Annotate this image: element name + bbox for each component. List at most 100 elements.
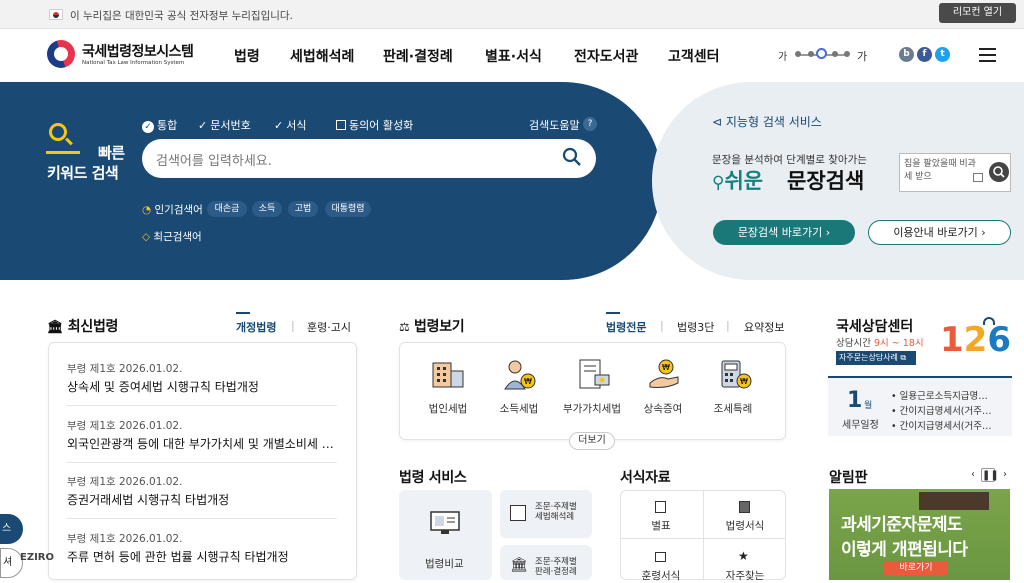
- law-item-title[interactable]: 주류 면허 등에 관한 법률 시행규칙 타법개정: [67, 548, 347, 565]
- font-step[interactable]: [808, 51, 814, 57]
- ai-search-heading-text: 지능형 검색 서비스: [725, 115, 822, 129]
- svg-text:₩: ₩: [662, 363, 670, 372]
- option-synonym-label: 동의어 활성화: [349, 119, 414, 132]
- usage-guide-label: 이용안내 바로가기: [893, 226, 978, 239]
- prev-icon[interactable]: ‹: [966, 468, 980, 482]
- logo-title[interactable]: 국세법령정보시스템: [82, 41, 194, 61]
- remote-open-button[interactable]: 리모컨 열기: [939, 3, 1016, 23]
- tab-directives[interactable]: 훈령·고시: [307, 319, 351, 335]
- recent-label-text: 최근검색어: [153, 231, 202, 243]
- blog-icon[interactable]: b: [899, 47, 914, 62]
- pause-icon[interactable]: ❚❚: [981, 468, 999, 482]
- font-size-knob[interactable]: [816, 48, 827, 59]
- font-step[interactable]: [832, 51, 838, 57]
- ai-demo-text: 집을 팔았을때 비과세 받으: [904, 159, 976, 182]
- sentence-search-label: 문장검색 바로가기: [737, 226, 823, 239]
- schedule-item[interactable]: • 간이지급명세서(거주…: [891, 418, 1006, 432]
- banner-go-button[interactable]: 바로가기: [884, 561, 948, 575]
- popular-tag[interactable]: 대손금: [207, 201, 247, 217]
- schedule-item-text: 간이지급명세서(거주…: [899, 406, 992, 417]
- option-docnum[interactable]: ✓ 문서번호: [198, 117, 251, 133]
- vat-icon[interactable]: [575, 357, 613, 391]
- schedule-label: 세무일정: [842, 420, 879, 431]
- form-cell-law-forms[interactable]: 법령서식: [704, 518, 786, 533]
- svg-text:₩: ₩: [740, 377, 748, 386]
- more-button[interactable]: 더보기: [569, 432, 615, 450]
- ai-search-heading: ⊲ 지능형 검색 서비스: [712, 113, 822, 130]
- option-forms[interactable]: ✓ 서식: [274, 117, 306, 133]
- tab-law-full[interactable]: 법령전문: [606, 312, 646, 335]
- popular-tag[interactable]: 소득: [252, 201, 282, 217]
- consult-hours: 상담시간 9시 ~ 18시: [836, 335, 924, 349]
- hamburger-menu-icon[interactable]: [979, 48, 996, 62]
- schedule-month-unit: 월: [864, 401, 873, 411]
- keyboard-icon[interactable]: [973, 173, 983, 182]
- nav-interpretations[interactable]: 세법해석례: [290, 46, 354, 66]
- law-view-title: ⚖ 법령보기: [399, 316, 465, 336]
- nav-laws[interactable]: 법령: [234, 46, 260, 66]
- law-service-title: 법령 서비스: [399, 470, 467, 486]
- inheritance-tax-icon[interactable]: ₩: [646, 357, 684, 391]
- search-placeholder: 검색어를 입력하세요.: [156, 154, 272, 169]
- popular-tag[interactable]: 대통령령: [325, 201, 371, 217]
- check-icon: ✓: [274, 119, 284, 132]
- facebook-icon[interactable]: f: [917, 47, 932, 62]
- svg-text:₩: ₩: [524, 377, 532, 386]
- font-step[interactable]: [795, 51, 801, 57]
- keyword-search-icon: [49, 123, 67, 141]
- faq-link[interactable]: 자주묻는상담사례 ⧉: [836, 351, 916, 365]
- ai-demo-search-icon[interactable]: [989, 162, 1009, 182]
- sentence-search-button[interactable]: 문장검색 바로가기 ›: [713, 220, 855, 245]
- law-view-item[interactable]: 조세특례: [698, 401, 768, 416]
- option-all[interactable]: ✓ 통합: [142, 117, 177, 133]
- font-large-label[interactable]: 가: [857, 48, 867, 64]
- law-view-item[interactable]: 법인세법: [413, 401, 483, 416]
- schedule-item[interactable]: • 일용근로소득지급명…: [891, 388, 1006, 402]
- folder-icon: [655, 552, 666, 562]
- checkbox-icon: [336, 120, 346, 130]
- font-small-label[interactable]: 가: [778, 48, 787, 63]
- income-tax-icon[interactable]: ₩: [500, 357, 538, 391]
- gov-banner: 이 누리집은 대한민국 공식 전자정부 누리집입니다. 리모컨 열기: [0, 0, 1024, 29]
- twitter-icon[interactable]: t: [935, 47, 950, 62]
- form-cell-frequent[interactable]: 자주찾는: [704, 568, 786, 583]
- schedule-item[interactable]: • 간이지급명세서(거주…: [891, 403, 1006, 417]
- forms-title: 서식자료: [620, 470, 671, 486]
- next-icon[interactable]: ›: [998, 468, 1012, 482]
- tab-law-3col[interactable]: 법령3단: [677, 319, 714, 335]
- font-step[interactable]: [844, 51, 850, 57]
- law-item-meta: 부령 제1호 2026.01.02.: [67, 420, 183, 432]
- search-help-link[interactable]: 검색도움말: [529, 117, 580, 133]
- nav-customer-center[interactable]: 고객센터: [668, 46, 720, 66]
- nav-library[interactable]: 전자도서관: [574, 46, 638, 66]
- quick-search-title-2: 키워드 검색: [47, 164, 119, 182]
- schedule-item-text: 간이지급명세서(거주…: [899, 421, 992, 432]
- floating-eziro-label[interactable]: EZIRO: [20, 552, 54, 563]
- logo-icon[interactable]: [47, 40, 75, 68]
- law-view-item[interactable]: 부가가치세법: [557, 401, 627, 416]
- corporate-tax-icon[interactable]: [429, 357, 467, 391]
- tab-summary[interactable]: 요약정보: [744, 319, 784, 335]
- recent-label[interactable]: ◇ 최근검색어: [142, 229, 202, 244]
- usage-guide-button[interactable]: 이용안내 바로가기 ›: [868, 220, 1011, 245]
- form-cell-directive-forms[interactable]: 훈령서식: [620, 568, 702, 583]
- law-view-item[interactable]: 상속증여: [628, 401, 698, 416]
- law-item-title[interactable]: 외국인관광객 등에 대한 부가가치세 및 개별소비세 …: [67, 435, 347, 452]
- floating-tab-a[interactable]: 스: [0, 514, 23, 544]
- law-item-title[interactable]: 증권거래세법 시행규칙 타법개정: [67, 491, 347, 508]
- law-item-title[interactable]: 상속세 및 증여세법 시행규칙 타법개정: [67, 378, 347, 395]
- form-cell-appendix[interactable]: 별표: [620, 518, 702, 533]
- ai-search-big: 문장검색: [787, 169, 865, 193]
- tax-special-icon[interactable]: ₩: [716, 357, 754, 391]
- option-synonym[interactable]: 동의어 활성화: [336, 117, 413, 133]
- popular-tag[interactable]: 고법: [288, 201, 318, 217]
- divider: [620, 538, 786, 539]
- tab-amended-laws[interactable]: 개정법령: [236, 312, 276, 335]
- nav-precedents[interactable]: 판례·결정례: [383, 46, 453, 66]
- latest-laws-title: 🏛 최신법령: [47, 316, 118, 336]
- help-question-icon[interactable]: ?: [583, 117, 597, 131]
- table-icon: [655, 501, 666, 513]
- search-icon[interactable]: [562, 147, 582, 167]
- law-view-item[interactable]: 소득세법: [484, 401, 554, 416]
- nav-forms[interactable]: 별표·서식: [485, 46, 542, 66]
